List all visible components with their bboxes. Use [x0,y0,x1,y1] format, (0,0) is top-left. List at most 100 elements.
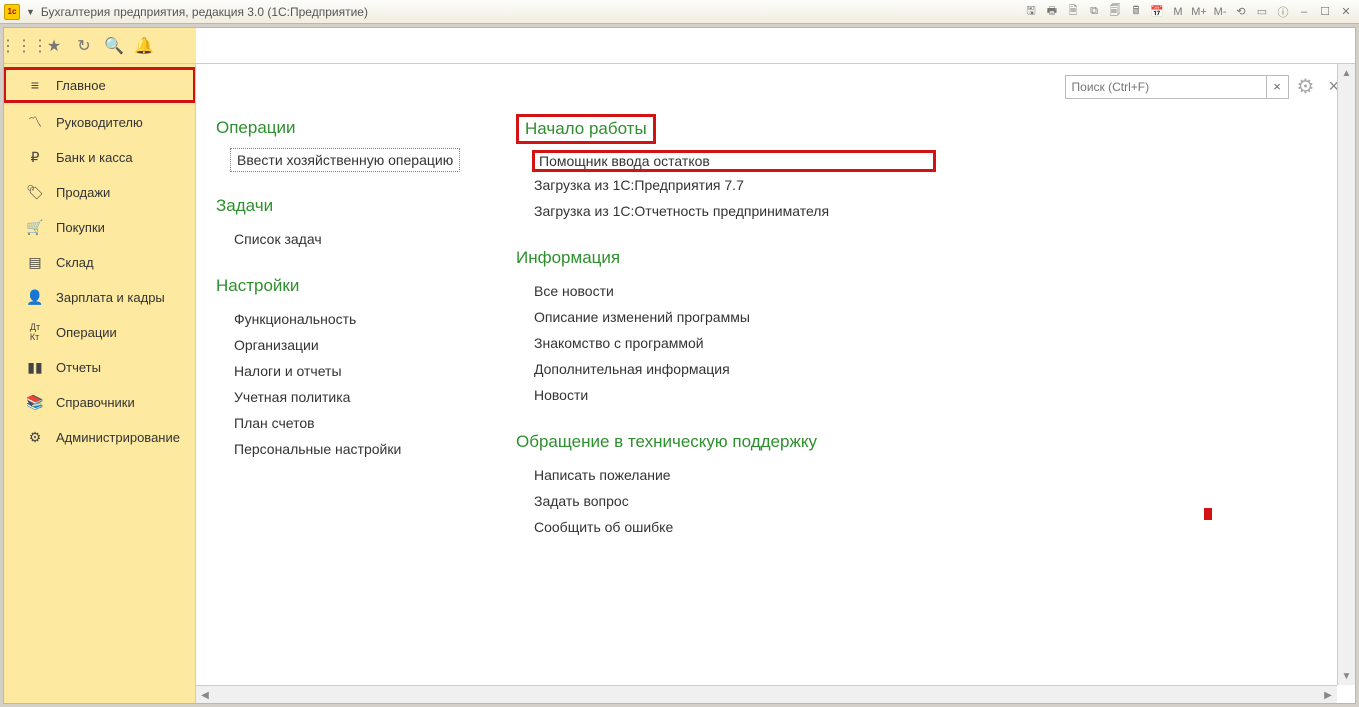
link-personal-settings[interactable]: Персональные настройки [216,436,476,462]
group-start-title: Начало работы [525,119,647,138]
save-icon[interactable]: 🖫 [1022,3,1040,21]
horizontal-scrollbar[interactable]: ◀ ▶ [196,685,1337,703]
calc-icon[interactable]: 🖩 [1127,3,1145,21]
ruble-icon: ₽ [26,149,44,166]
titlebar-icons: 🖫 🖶 🗎 ⧉ 🗐 🖩 📅 M M+ M- ⟲ ▭ ⓘ – ☐ ✕ [1022,3,1355,21]
link-accounting-policy[interactable]: Учетная политика [216,384,476,410]
sidebar-label: Операции [56,325,117,340]
sidebar-label: Зарплата и кадры [56,290,165,305]
sidebar-label: Банк и касса [56,150,133,165]
scroll-right-icon[interactable]: ▶ [1319,686,1337,703]
search-icon[interactable]: 🔍 [102,34,126,58]
group-settings-title: Настройки [216,276,476,296]
menu-icon: ≡ [26,77,44,93]
link-all-news[interactable]: Все новости [516,278,936,304]
star-icon[interactable]: ★ [42,34,66,58]
scroll-down-icon[interactable]: ▼ [1338,667,1355,685]
preview-icon[interactable]: 🗎 [1064,3,1082,21]
group-start-highlight: Начало работы [516,114,656,144]
scroll-left-icon[interactable]: ◀ [196,686,214,703]
main-row: ≡ Главное 〽 Руководителю ₽ Банк и касса … [4,64,1355,703]
sidebar-item-admin[interactable]: ⚙ Администрирование [4,420,195,454]
book-icon: 📚 [26,394,44,411]
group-support-title: Обращение в техническую поддержку [516,432,936,452]
search-input[interactable] [1066,76,1266,98]
link-balances-helper[interactable]: Помощник ввода остатков [539,151,710,171]
sidebar-item-bank[interactable]: ₽ Банк и касса [4,140,195,174]
toolbar-left: ⋮⋮⋮ ★ ↻ 🔍 🔔 [4,28,196,63]
link-chart-of-accounts[interactable]: План счетов [216,410,476,436]
link-changelog[interactable]: Описание изменений программы [516,304,936,330]
vertical-scrollbar[interactable]: ▲ ▼ [1337,64,1355,685]
titlebar: 1c ▼ Бухгалтерия предприятия, редакция 3… [0,0,1359,24]
sidebar-item-warehouse[interactable]: ▤ Склад [4,245,195,279]
settings-gear-icon[interactable]: ⚙ [1297,74,1315,99]
link-write-suggestion[interactable]: Написать пожелание [516,462,936,488]
bar-chart-icon: ▮▮ [26,359,44,376]
gear-icon: ⚙ [26,429,44,446]
sidebar-item-sales[interactable]: 🏷 Продажи [4,175,195,209]
link-taxes-reports[interactable]: Налоги и отчеты [216,358,476,384]
right-column: Начало работы Помощник ввода остатков За… [516,114,936,683]
layout-icon[interactable]: ▭ [1253,3,1271,21]
print-icon[interactable]: 🖶 [1043,3,1061,21]
sidebar-item-payroll[interactable]: 👤 Зарплата и кадры [4,280,195,314]
scroll-up-icon[interactable]: ▲ [1338,64,1355,82]
app-logo-icon: 1c [4,4,20,20]
memory-m-icon[interactable]: M [1169,3,1187,21]
help-icon[interactable]: ⓘ [1274,3,1292,21]
titlebar-dropdown-icon[interactable]: ▼ [26,7,35,17]
bell-icon[interactable]: 🔔 [132,34,156,58]
copy-icon[interactable]: 🗐 [1106,3,1124,21]
link-enter-operation[interactable]: Ввести хозяйственную операцию [230,148,460,172]
sidebar-item-main[interactable]: ≡ Главное [4,68,195,102]
cursor-marker-icon [1204,508,1212,520]
dtct-icon: ДтКт [26,322,44,342]
sidebar-item-purchases[interactable]: 🛒 Покупки [4,210,195,244]
boxes-icon: ▤ [26,254,44,271]
memory-mminus-icon[interactable]: M- [1211,3,1229,21]
back-icon[interactable]: ⟲ [1232,3,1250,21]
toolbar: ⋮⋮⋮ ★ ↻ 🔍 🔔 [4,28,1355,64]
cart-icon: 🛒 [26,219,44,236]
link-task-list[interactable]: Список задач [216,226,476,252]
content-inner: Операции Ввести хозяйственную операцию З… [196,64,1355,703]
minimize-icon[interactable]: – [1295,3,1313,21]
maximize-icon[interactable]: ☐ [1316,3,1334,21]
link-functionality[interactable]: Функциональность [216,306,476,332]
group-info-title: Информация [516,248,936,268]
person-icon: 👤 [26,289,44,306]
close-icon[interactable]: ✕ [1337,3,1355,21]
sidebar-label: Покупки [56,220,105,235]
sidebar: ≡ Главное 〽 Руководителю ₽ Банк и касса … [4,64,196,703]
tag-icon: 🏷 [26,184,44,201]
history-icon[interactable]: ↻ [72,34,96,58]
app-body: ⋮⋮⋮ ★ ↻ 🔍 🔔 ≡ Главное 〽 Руководителю ₽ Б… [3,27,1356,704]
link-load-1c77[interactable]: Загрузка из 1С:Предприятия 7.7 [516,172,936,198]
link-ask-question[interactable]: Задать вопрос [516,488,936,514]
group-tasks-title: Задачи [216,196,476,216]
calendar-icon[interactable]: 📅 [1148,3,1166,21]
link-extra-info[interactable]: Дополнительная информация [516,356,936,382]
search-row: × ⚙ × [1065,74,1339,99]
grid-icon[interactable]: ⋮⋮⋮ [12,34,36,58]
sidebar-item-manager[interactable]: 〽 Руководителю [4,105,195,139]
link-balances-helper-highlight: Помощник ввода остатков [532,150,936,172]
search-clear-button[interactable]: × [1266,76,1288,98]
link-news[interactable]: Новости [516,382,936,408]
sidebar-item-references[interactable]: 📚 Справочники [4,385,195,419]
memory-mplus-icon[interactable]: M+ [1190,3,1208,21]
link-report-bug[interactable]: Сообщить об ошибке [516,514,936,540]
content: × ⚙ × Операции Ввести хозяйственную опер… [196,64,1355,703]
sidebar-item-reports[interactable]: ▮▮ Отчеты [4,350,195,384]
compare-icon[interactable]: ⧉ [1085,3,1103,21]
sidebar-item-operations[interactable]: ДтКт Операции [4,315,195,349]
sidebar-label: Склад [56,255,94,270]
sidebar-label: Справочники [56,395,135,410]
link-load-reporting[interactable]: Загрузка из 1С:Отчетность предпринимател… [516,198,936,224]
link-intro[interactable]: Знакомство с программой [516,330,936,356]
group-start-wrap: Начало работы [516,114,936,144]
sidebar-label: Руководителю [56,115,143,130]
link-organizations[interactable]: Организации [216,332,476,358]
sidebar-label: Администрирование [56,430,180,445]
